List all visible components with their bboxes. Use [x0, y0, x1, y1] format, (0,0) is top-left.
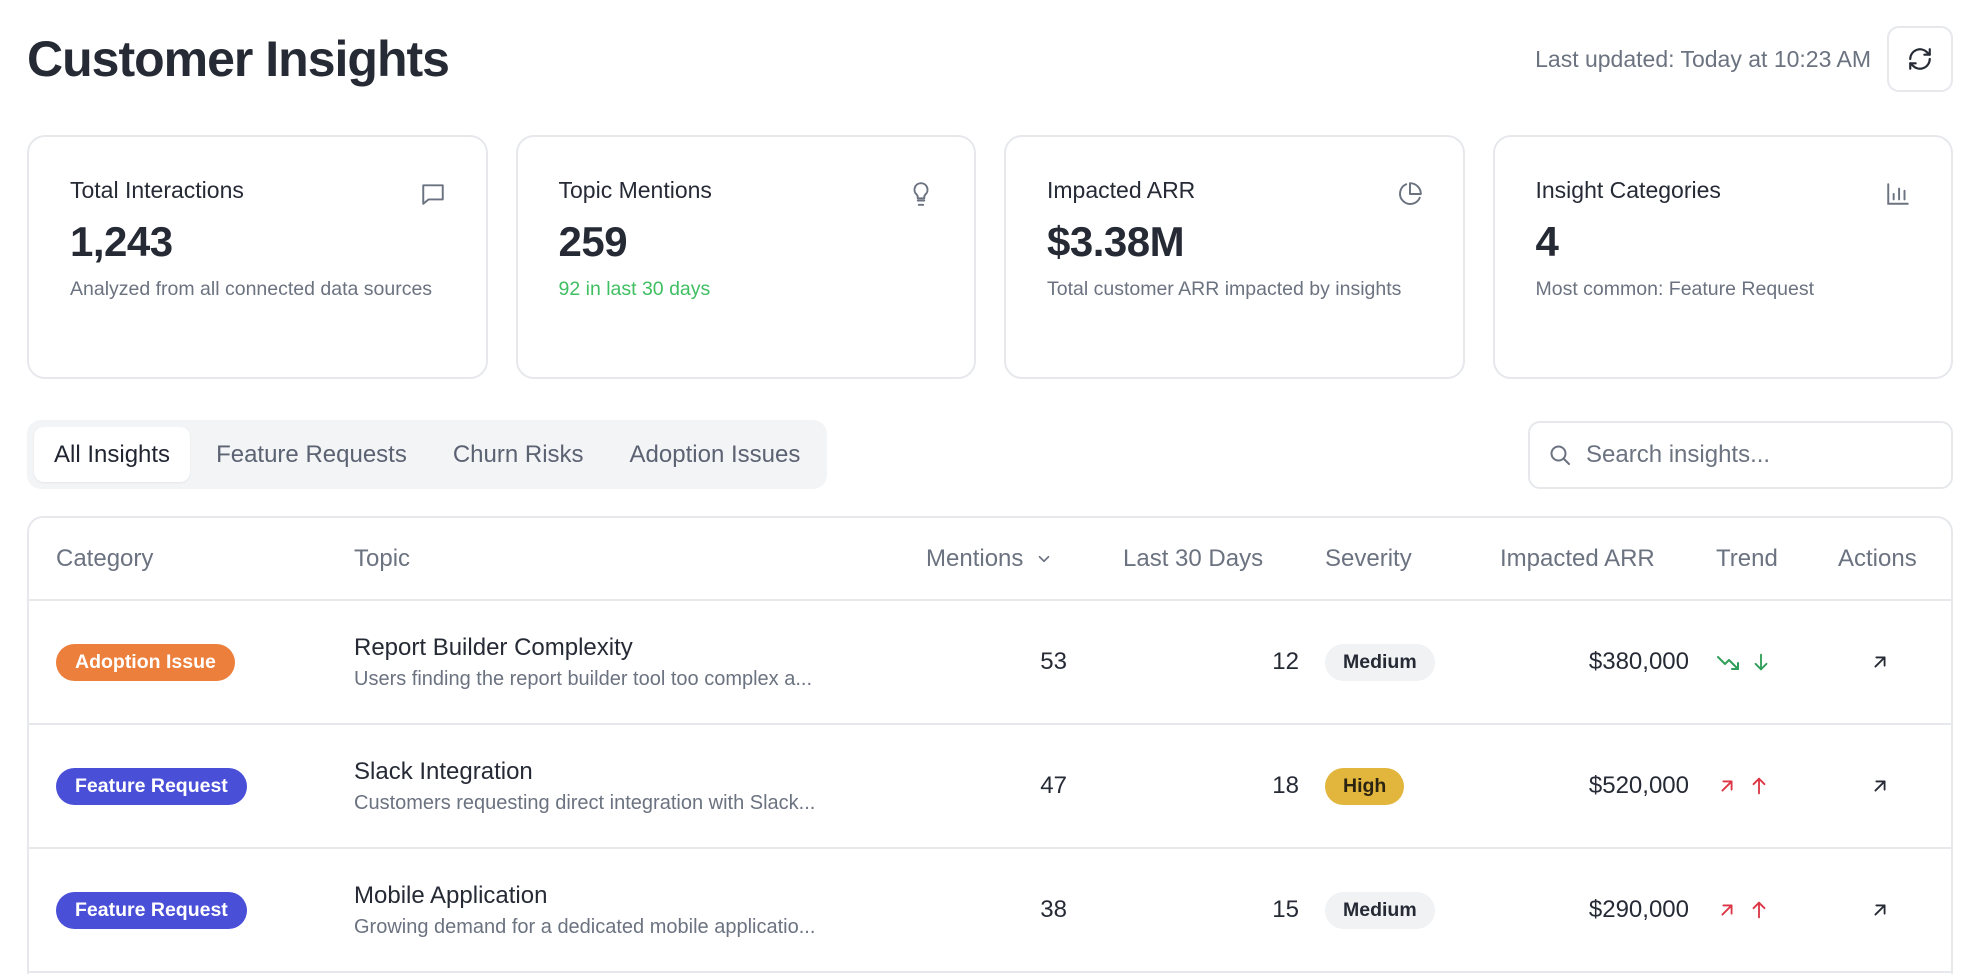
- search-box: [1528, 421, 1953, 489]
- column-header-trend: Trend: [1716, 544, 1778, 572]
- column-header-actions: Actions: [1838, 544, 1917, 572]
- trending-down-icon: [1717, 656, 1739, 670]
- column-header-category[interactable]: Category: [56, 518, 153, 599]
- card-title: Insight Categories: [1535, 177, 1721, 203]
- category-badge: Feature Request: [56, 767, 247, 805]
- arrow-up-right-icon: [1874, 904, 1886, 916]
- arrow-up-right-icon: [1874, 780, 1886, 792]
- card-subtitle: Most common: Feature Request: [1535, 278, 1815, 300]
- bar-chart-icon: [1887, 183, 1909, 205]
- category-cell: Feature Request: [56, 725, 247, 847]
- tab-churn-risks[interactable]: Churn Risks: [433, 427, 604, 482]
- card-insight-categories: Insight Categories 4 Most common: Featur…: [1492, 135, 1953, 379]
- column-header-impacted-arr[interactable]: Impacted ARR: [1500, 518, 1655, 599]
- category-cell: Adoption Issue: [56, 601, 235, 723]
- tab-all-insights[interactable]: All Insights: [34, 427, 191, 482]
- topic-cell: Slack Integration Customers requesting d…: [354, 725, 815, 847]
- topic-description: Customers requesting direct integration …: [354, 791, 816, 814]
- card-topic-mentions: Topic Mentions 259 92 in last 30 days: [515, 135, 976, 379]
- severity-cell: Medium: [1325, 849, 1435, 971]
- tab-adoption-issues[interactable]: Adoption Issues: [610, 427, 821, 482]
- search-icon: [1550, 445, 1570, 465]
- page-title: Customer Insights: [27, 31, 450, 87]
- topic-cell: Mobile Application Growing demand for a …: [354, 849, 815, 971]
- trending-up-icon: [1721, 904, 1733, 916]
- trend-cell: [1716, 849, 1770, 971]
- topic-description: Growing demand for a dedicated mobile ap…: [354, 915, 816, 938]
- column-header-last-30-days[interactable]: Last 30 Days: [1123, 518, 1263, 599]
- category-badge: Feature Request: [56, 891, 247, 929]
- insight-tabs: All Insights Feature Requests Churn Risk…: [27, 420, 828, 489]
- severity-cell: Medium: [1325, 601, 1435, 723]
- category-cell: Feature Request: [56, 849, 247, 971]
- table-row[interactable]: Adoption Issue Report Builder Complexity…: [29, 601, 1951, 725]
- arrow-down-icon: [1754, 653, 1768, 671]
- stat-cards: Total Interactions 1,243 Analyzed from a…: [27, 135, 1953, 379]
- topic-title: Mobile Application: [354, 881, 548, 909]
- card-title: Impacted ARR: [1047, 177, 1196, 203]
- search-input[interactable]: [1586, 441, 1926, 469]
- mentions-cell: 47: [1040, 772, 1067, 799]
- topic-title: Slack Integration: [354, 757, 533, 785]
- last-updated-text: Last updated: Today at 10:23 AM: [1535, 45, 1871, 72]
- severity-cell: High: [1325, 725, 1405, 847]
- category-badge: Adoption Issue: [56, 643, 235, 681]
- column-header-label: Mentions: [926, 544, 1024, 572]
- mentions-cell: 53: [1040, 648, 1067, 675]
- card-value: $3.38M: [1047, 218, 1185, 265]
- card-subtitle: Total customer ARR impacted by insights: [1047, 278, 1402, 300]
- topic-cell: Report Builder Complexity Users finding …: [354, 601, 812, 723]
- column-header-topic[interactable]: Topic: [354, 518, 410, 599]
- severity-badge: High: [1325, 767, 1405, 805]
- topic-title: Report Builder Complexity: [354, 633, 633, 661]
- card-title: Total Interactions: [70, 177, 244, 203]
- card-impacted-arr: Impacted ARR $3.38M Total customer ARR i…: [1004, 135, 1465, 379]
- card-value: 4: [1535, 218, 1559, 265]
- card-subtitle: 92 in last 30 days: [558, 278, 711, 300]
- arrow-up-icon: [1752, 901, 1766, 919]
- refresh-button[interactable]: [1887, 26, 1953, 92]
- open-insight-button[interactable]: [1838, 725, 1922, 847]
- mentions-cell: 38: [1040, 896, 1067, 923]
- column-header-mentions[interactable]: Mentions: [926, 518, 1053, 599]
- card-value: 259: [558, 218, 628, 265]
- page-header: Customer Insights Last updated: Today at…: [27, 20, 1953, 98]
- trending-up-icon: [1721, 780, 1733, 792]
- refresh-icon: [1909, 48, 1931, 70]
- table-row[interactable]: Feature Request Mobile Application Growi…: [29, 849, 1951, 973]
- trend-cell: [1716, 725, 1770, 847]
- topic-description: Users finding the report builder tool to…: [354, 667, 813, 690]
- open-insight-button[interactable]: [1838, 849, 1922, 971]
- last-30-days-cell: 15: [1272, 896, 1299, 923]
- insights-table: Category Topic Mentions Last 30 Days Sev…: [27, 516, 1953, 974]
- tab-feature-requests[interactable]: Feature Requests: [196, 427, 427, 482]
- arrow-up-icon: [1752, 777, 1766, 795]
- impacted-arr-cell: $380,000: [1588, 648, 1689, 675]
- last-30-days-cell: 18: [1272, 772, 1299, 799]
- last-30-days-cell: 12: [1272, 648, 1299, 675]
- table-row[interactable]: Feature Request Slack Integration Custom…: [29, 725, 1951, 849]
- card-title: Topic Mentions: [558, 177, 712, 203]
- card-value: 1,243: [70, 218, 173, 265]
- impacted-arr-cell: $520,000: [1588, 772, 1689, 799]
- header-right: Last updated: Today at 10:23 AM: [1535, 26, 1953, 92]
- severity-badge: Medium: [1325, 891, 1435, 929]
- open-insight-button[interactable]: [1838, 601, 1922, 723]
- table-header-row: Category Topic Mentions Last 30 Days Sev…: [29, 518, 1951, 601]
- impacted-arr-cell: $290,000: [1588, 896, 1689, 923]
- lightbulb-icon: [913, 182, 929, 206]
- severity-badge: Medium: [1325, 643, 1435, 681]
- pie-chart-icon: [1398, 182, 1422, 205]
- message-square-icon: [421, 184, 444, 205]
- chevron-down-icon: [1039, 555, 1050, 562]
- column-header-severity[interactable]: Severity: [1325, 518, 1412, 599]
- card-subtitle: Analyzed from all connected data sources: [70, 278, 433, 300]
- trend-cell: [1716, 601, 1772, 723]
- arrow-up-right-icon: [1874, 656, 1886, 668]
- card-total-interactions: Total Interactions 1,243 Analyzed from a…: [27, 135, 488, 379]
